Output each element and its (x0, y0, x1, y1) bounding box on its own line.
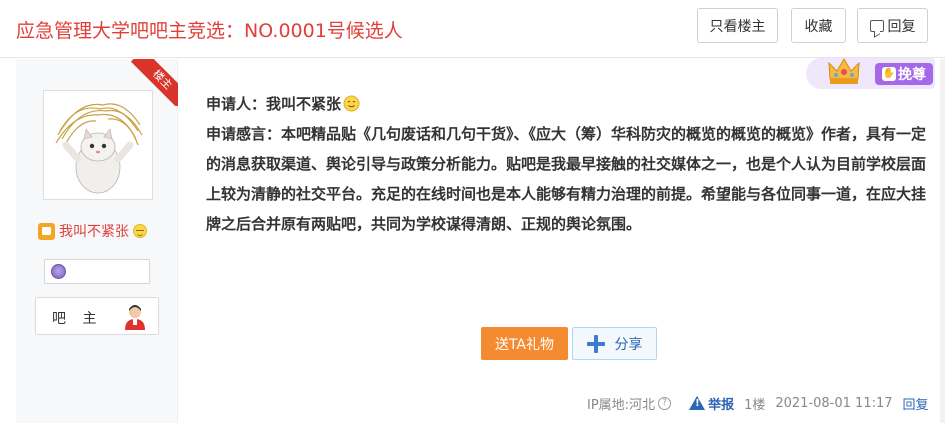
warning-icon (689, 396, 706, 410)
level-medal-icon (51, 264, 66, 279)
bazhu-role-badge[interactable]: 吧 主 (35, 297, 159, 335)
reply-button-label: 回复 (887, 18, 916, 35)
smile-emoji-icon (343, 95, 360, 112)
thread-title: 应急管理大学吧吧主竞选：NO.0001号候选人 (16, 20, 403, 42)
tip-button[interactable]: ✋ 挽尊 (875, 63, 933, 85)
help-question-icon[interactable]: ? (658, 396, 672, 410)
ip-location: IP属地:河北 (587, 397, 656, 413)
crown-icon (828, 58, 860, 84)
reply-button[interactable]: 回复 (857, 8, 928, 43)
favorite-button[interactable]: 收藏 (791, 8, 846, 43)
floor-number: 1楼 (744, 397, 766, 413)
share-button[interactable]: 分享 (572, 327, 657, 360)
post-floor: 楼主 我叫不紧张 吧 主 申请人：我叫不紧张 申请感言：本吧精品贴《几句废话和几… (16, 59, 945, 423)
post-applicant-paragraph: 申请人：我叫不紧张 (206, 89, 926, 119)
post-time: 2021-08-01 11:17 (775, 395, 893, 411)
role-label: 吧 主 (52, 311, 103, 327)
thread-header: 应急管理大学吧吧主竞选：NO.0001号候选人 只看楼主 收藏 回复 (0, 0, 945, 58)
tip-badge[interactable]: ✋ 挽尊 (806, 53, 935, 89)
report-link[interactable]: 举报 (708, 394, 734, 413)
moderator-person-icon (125, 305, 145, 330)
reply-link[interactable]: 回复 (903, 394, 929, 413)
only-op-button[interactable]: 只看楼主 (697, 8, 778, 43)
smiley-icon (133, 224, 147, 238)
send-gift-button[interactable]: 送TA礼物 (481, 327, 568, 360)
cat-avatar-image (48, 95, 148, 195)
tip-button-label: 挽尊 (898, 67, 926, 83)
post-statement: 申请感言：本吧精品贴《几句废话和几句干货》、《应大（筹）华科防灾的概览的概览的概… (206, 125, 927, 233)
author-name-row: 我叫不紧张 (38, 221, 147, 241)
scrollbar-track[interactable] (940, 59, 945, 423)
post-content: 申请人：我叫不紧张 申请感言：本吧精品贴《几句废话和几句干货》、《应大（筹）华科… (206, 89, 926, 239)
level-badge[interactable] (44, 259, 150, 284)
share-button-label: 分享 (614, 336, 643, 353)
comment-icon (869, 19, 884, 32)
share-plus-icon (586, 334, 605, 353)
member-badge-icon (38, 222, 55, 240)
author-avatar[interactable] (43, 90, 153, 200)
post-applicant-line: 申请人：我叫不紧张 (206, 95, 342, 113)
author-panel: 楼主 我叫不紧张 吧 主 (16, 59, 178, 423)
hand-icon: ✋ (882, 67, 896, 81)
author-name-link[interactable]: 我叫不紧张 (59, 221, 129, 241)
post-meta: IP属地:河北 ? 举报 1楼 2021-08-01 11:17 回复 (587, 394, 929, 413)
